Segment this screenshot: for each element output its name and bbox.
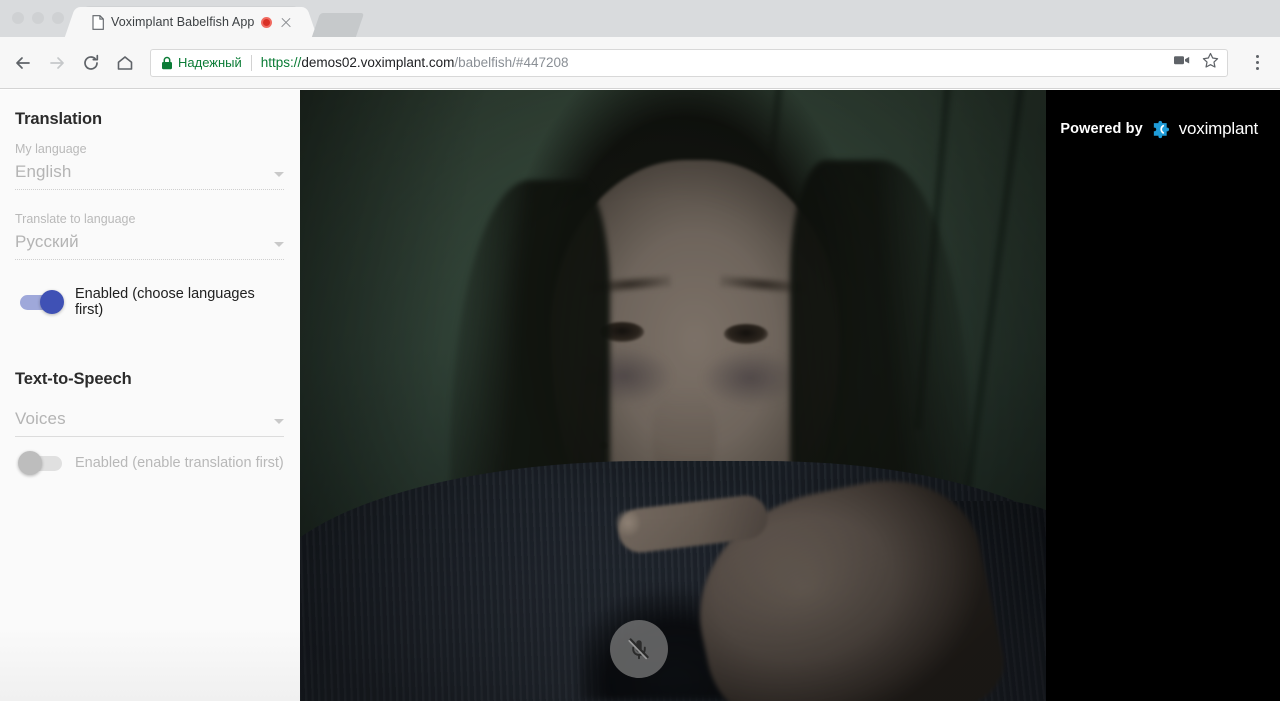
my-language-field[interactable]: My language English: [15, 142, 284, 190]
text-to-speech-section: Text-to-Speech Voices Enabled (enable tr…: [15, 370, 284, 471]
lock-icon: [161, 56, 173, 70]
tts-heading: Text-to-Speech: [15, 370, 284, 389]
brand-name: voximplant: [1179, 119, 1258, 139]
page-content: Translation My language English Translat…: [0, 90, 1280, 701]
microphone-muted-icon: [626, 636, 652, 662]
star-icon[interactable]: [1202, 52, 1219, 74]
translation-enabled-label: Enabled (choose languages first): [75, 286, 284, 318]
url-host: demos02.voximplant.com: [301, 55, 454, 70]
video-stage: Powered by voximplant: [300, 90, 1280, 701]
address-bar[interactable]: Надежный https://demos02.voximplant.com/…: [150, 49, 1228, 77]
forward-arrow-icon[interactable]: [40, 46, 74, 80]
close-icon[interactable]: [279, 15, 293, 29]
home-icon[interactable]: [108, 46, 142, 80]
translate-to-value: Русский: [15, 232, 79, 252]
local-video-feed: [300, 90, 1046, 701]
translation-heading: Translation: [15, 110, 284, 129]
tts-enabled-row[interactable]: Enabled (enable translation first): [20, 455, 284, 471]
voices-value: Voices: [15, 409, 66, 429]
url-text: https://demos02.voximplant.com/babelfish…: [261, 55, 1173, 70]
window-close-button[interactable]: [12, 12, 24, 24]
window-minimize-button[interactable]: [32, 12, 44, 24]
tab-title: Voximplant Babelfish App: [111, 15, 254, 29]
omnibox-divider: [251, 55, 252, 71]
toggle-thumb: [18, 451, 42, 475]
voices-underline: [15, 436, 284, 437]
url-scheme: https://: [261, 55, 302, 70]
back-arrow-icon[interactable]: [6, 46, 40, 80]
video-dim-overlay: [300, 90, 1046, 701]
url-path: /babelfish/#447208: [454, 55, 568, 70]
chevron-down-icon[interactable]: [274, 419, 284, 424]
translate-to-language-field[interactable]: Translate to language Русский: [15, 212, 284, 260]
mic-mute-button[interactable]: [610, 620, 668, 678]
translation-enabled-row[interactable]: Enabled (choose languages first): [20, 286, 284, 318]
window-controls: [12, 12, 64, 24]
kebab-menu-icon[interactable]: [1244, 48, 1270, 78]
my-language-label: My language: [15, 142, 284, 156]
browser-window: Voximplant Babelfish App: [0, 0, 1280, 701]
tts-enabled-label: Enabled (enable translation first): [75, 455, 284, 471]
browser-tab[interactable]: Voximplant Babelfish App: [80, 7, 302, 37]
powered-by-branding: Powered by voximplant: [1060, 118, 1258, 140]
settings-sidebar: Translation My language English Translat…: [0, 90, 300, 701]
tab-strip: Voximplant Babelfish App: [0, 0, 1280, 37]
chevron-down-icon[interactable]: [274, 172, 284, 177]
new-tab-button[interactable]: [312, 13, 364, 37]
tts-enabled-toggle[interactable]: [20, 456, 62, 471]
translate-to-label: Translate to language: [15, 212, 284, 226]
recording-dot-icon: [261, 17, 272, 28]
chevron-down-icon[interactable]: [274, 242, 284, 247]
right-black-panel: Powered by voximplant: [1046, 90, 1280, 701]
my-language-underline: [15, 189, 284, 190]
security-status-label: Надежный: [178, 55, 242, 70]
toggle-thumb: [40, 290, 64, 314]
omnibox-actions: [1173, 52, 1221, 74]
video-camera-icon[interactable]: [1173, 53, 1191, 72]
browser-toolbar: Надежный https://demos02.voximplant.com/…: [0, 37, 1280, 89]
translation-section: Translation My language English Translat…: [15, 110, 284, 318]
translate-to-underline: [15, 259, 284, 260]
window-maximize-button[interactable]: [52, 12, 64, 24]
voices-field[interactable]: Voices: [15, 409, 284, 437]
translation-enabled-toggle[interactable]: [20, 295, 62, 310]
powered-by-label: Powered by: [1060, 121, 1142, 137]
my-language-value: English: [15, 162, 71, 182]
voximplant-puzzle-logo: [1150, 118, 1172, 140]
page-icon: [92, 15, 104, 30]
reload-icon[interactable]: [74, 46, 108, 80]
